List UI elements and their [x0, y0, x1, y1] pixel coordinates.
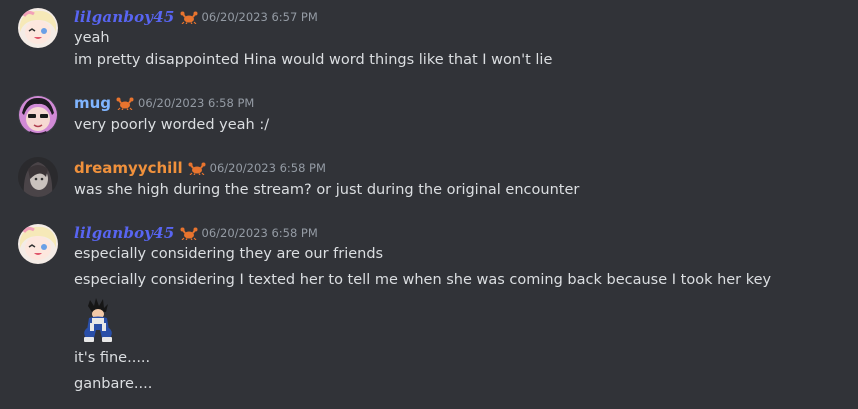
username[interactable]: mug	[74, 94, 111, 112]
username[interactable]: lilganboy45	[74, 224, 175, 242]
avatar[interactable]	[18, 224, 58, 264]
message-text: im pretty disappointed Hina would word t…	[74, 52, 553, 68]
avatar[interactable]	[18, 95, 58, 135]
message-header: lilganboy45 06/20/2023 6:58 PM	[74, 223, 318, 243]
timestamp: 06/20/2023 6:58 PM	[201, 226, 318, 240]
username[interactable]: dreamyychill	[74, 159, 183, 177]
message-text: ganbare....	[74, 376, 153, 392]
avatar[interactable]	[18, 8, 58, 48]
timestamp: 06/20/2023 6:58 PM	[209, 161, 326, 175]
crab-badge-icon	[188, 162, 206, 175]
message-text: yeah	[74, 30, 110, 46]
crab-badge-icon	[180, 227, 197, 240]
avatar[interactable]	[18, 157, 58, 197]
message-header: lilganboy45 06/20/2023 6:57 PM	[74, 7, 318, 27]
username[interactable]: lilganboy45	[74, 8, 175, 26]
chat-messages: lilganboy45 06/20/2023 6:57 PM yeah im p…	[0, 0, 858, 409]
timestamp: 06/20/2023 6:58 PM	[138, 96, 255, 110]
message-text: very poorly worded yeah :/	[74, 117, 270, 133]
message-text: especially considering I texted her to t…	[74, 272, 772, 288]
message-text: especially considering they are our frie…	[74, 246, 384, 262]
vegeta-sticker[interactable]	[78, 298, 118, 344]
message-text: was she high during the stream? or just …	[74, 182, 580, 198]
message-header: mug 06/20/2023 6:58 PM	[74, 93, 254, 113]
message-header: dreamyychill 06/20/2023 6:58 PM	[74, 158, 326, 178]
message-text: it's fine.....	[74, 350, 151, 366]
timestamp: 06/20/2023 6:57 PM	[201, 10, 318, 24]
crab-badge-icon	[180, 11, 197, 24]
crab-badge-icon	[116, 97, 134, 110]
